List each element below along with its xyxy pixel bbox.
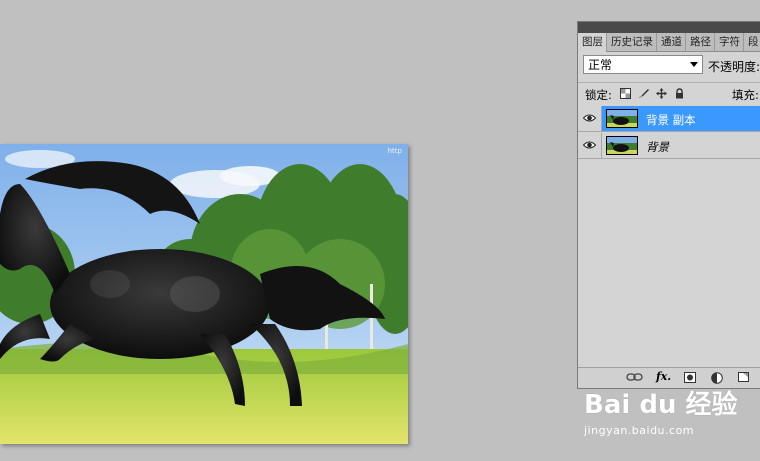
fill-label: 填充: [732, 88, 759, 102]
baidu-jingyan-watermark: Bai du 经验 jingyan.baidu.com [584, 390, 738, 437]
tab-paragraph[interactable]: 段 [744, 33, 760, 51]
mask-icon[interactable] [684, 372, 696, 383]
eye-icon [583, 141, 596, 149]
lock-label: 锁定: [585, 88, 612, 102]
layer-name: 背景 副本 [646, 113, 696, 127]
adjustment-icon[interactable] [711, 372, 723, 384]
blend-mode-select[interactable]: 正常 [583, 55, 703, 74]
horse-photo [0, 144, 408, 444]
visibility-toggle[interactable] [578, 133, 602, 158]
lock-row: 锁定: 填充: [578, 82, 760, 105]
blend-mode-row: 正常 不透明度: [578, 54, 760, 78]
photo-watermark: http [387, 147, 402, 155]
watermark-url: jingyan.baidu.com [584, 424, 695, 437]
lock-move-icon[interactable] [656, 88, 667, 99]
lock-all-icon[interactable] [674, 88, 685, 99]
layer-thumbnail [606, 136, 638, 155]
panel-bottom-toolbar: fx. [578, 367, 760, 388]
layers-panel: 图层 历史记录 通道 路径 字符 段 正常 不透明度: 锁定: 填充: 背景 副… [577, 21, 760, 389]
tab-character[interactable]: 字符 [715, 33, 744, 51]
tab-channels[interactable]: 通道 [657, 33, 686, 51]
blend-mode-value: 正常 [588, 58, 613, 72]
panel-title-bar[interactable] [578, 22, 760, 33]
layer-name: 背景 [646, 140, 669, 154]
fx-icon[interactable]: fx. [656, 370, 671, 383]
eye-icon [583, 114, 596, 122]
tab-paths[interactable]: 路径 [686, 33, 715, 51]
visibility-toggle[interactable] [578, 106, 602, 131]
document-canvas[interactable]: http [0, 144, 408, 444]
lock-brush-icon[interactable] [638, 88, 649, 99]
link-icon[interactable] [626, 372, 644, 382]
opacity-label: 不透明度: [708, 60, 760, 74]
layer-row-background[interactable]: 背景 [578, 133, 760, 159]
tab-history[interactable]: 历史记录 [607, 33, 657, 51]
new-layer-icon[interactable] [738, 372, 750, 383]
chevron-down-icon [690, 62, 698, 67]
layer-row-background-copy[interactable]: 背景 副本 [578, 106, 760, 132]
watermark-logo-text: Bai du 经验 [584, 390, 738, 420]
panel-tabs: 图层 历史记录 通道 路径 字符 段 [578, 33, 760, 52]
tab-layers[interactable]: 图层 [578, 33, 607, 52]
lock-transparency-icon[interactable] [620, 88, 631, 99]
layer-thumbnail [606, 109, 638, 128]
